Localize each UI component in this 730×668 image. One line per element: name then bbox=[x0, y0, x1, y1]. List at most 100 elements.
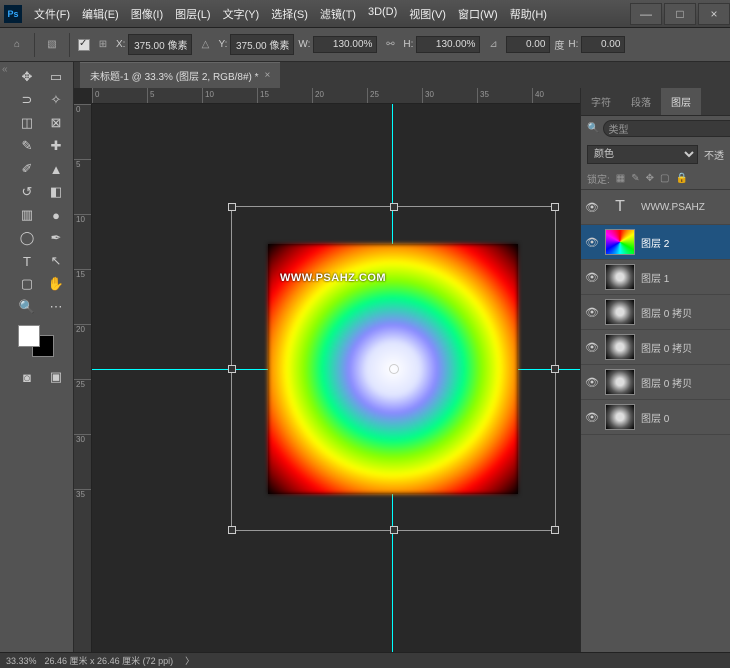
lock-all-icon[interactable]: 🔒 bbox=[675, 173, 687, 184]
menu-item[interactable]: 帮助(H) bbox=[504, 2, 553, 26]
handle-t[interactable] bbox=[390, 203, 398, 211]
checkbox[interactable] bbox=[78, 39, 90, 51]
hand-tool[interactable]: ✋ bbox=[43, 273, 69, 295]
doc-tab-label: 未标题-1 @ 33.3% (图层 2, RGB/8#) * bbox=[90, 68, 259, 83]
layer-name: 图层 1 bbox=[641, 270, 726, 285]
handle-tr[interactable] bbox=[551, 203, 559, 211]
blend-mode-select[interactable]: 颜色 bbox=[587, 145, 698, 164]
path-tool[interactable]: ↖ bbox=[43, 250, 69, 272]
lock-artboard-icon[interactable]: ▢ bbox=[660, 173, 669, 184]
visibility-icon[interactable]: 👁 bbox=[585, 340, 599, 354]
blur-tool[interactable]: ● bbox=[43, 204, 69, 226]
eraser-tool[interactable]: ◧ bbox=[43, 181, 69, 203]
ref-icon[interactable]: △ bbox=[196, 36, 214, 54]
crop-tool[interactable]: ◫ bbox=[14, 112, 40, 134]
handle-center[interactable] bbox=[389, 364, 399, 374]
eyedropper-tool[interactable]: ✎ bbox=[14, 135, 40, 157]
zoom-level[interactable]: 33.33% bbox=[6, 656, 37, 666]
x-input[interactable]: 375.00 像素 bbox=[128, 34, 192, 55]
tab-character[interactable]: 字符 bbox=[581, 88, 621, 115]
layer-row[interactable]: 👁 图层 0 拷贝 bbox=[581, 330, 730, 365]
layer-row[interactable]: 👁 图层 1 bbox=[581, 260, 730, 295]
pen-tool[interactable]: ✒ bbox=[43, 227, 69, 249]
layer-row[interactable]: 👁图层 0 拷贝 bbox=[581, 295, 730, 330]
layer-row[interactable]: 👁图层 2 bbox=[581, 225, 730, 260]
collapse-icon[interactable]: « bbox=[2, 64, 8, 75]
menu-item[interactable]: 选择(S) bbox=[265, 2, 314, 26]
transform-box[interactable] bbox=[231, 206, 556, 531]
color-swatches[interactable] bbox=[14, 325, 71, 365]
transform-icon[interactable]: ▧ bbox=[43, 36, 61, 54]
document-tab[interactable]: 未标题-1 @ 33.3% (图层 2, RGB/8#) * × bbox=[80, 62, 280, 88]
move-tool[interactable]: ✥ bbox=[14, 66, 40, 88]
quickmask-tool[interactable]: ◙ bbox=[14, 366, 40, 388]
menu-item[interactable]: 文字(Y) bbox=[217, 2, 266, 26]
visibility-icon[interactable]: 👁 bbox=[585, 200, 599, 214]
lock-move-icon[interactable]: ✥ bbox=[646, 173, 654, 184]
frame-tool[interactable]: ⊠ bbox=[43, 112, 69, 134]
menu-item[interactable]: 窗口(W) bbox=[452, 2, 504, 26]
lock-pixels-icon[interactable]: ▦ bbox=[616, 173, 625, 184]
minimize-button[interactable]: — bbox=[630, 3, 662, 25]
handle-l[interactable] bbox=[228, 365, 236, 373]
panels: 字符 段落 图层 🔍 ⌄ 颜色 不透 锁定: ▦ ✎ ✥ ▢ 🔒 👁TWWW.P… bbox=[580, 88, 730, 652]
menu-item[interactable]: 编辑(E) bbox=[76, 2, 125, 26]
handle-tl[interactable] bbox=[228, 203, 236, 211]
visibility-icon[interactable]: 👁 bbox=[585, 410, 599, 424]
title-bar: Ps 文件(F)编辑(E)图像(I)图层(L)文字(Y)选择(S)滤镜(T)3D… bbox=[0, 0, 730, 28]
close-tab-icon[interactable]: × bbox=[265, 70, 271, 81]
visibility-icon[interactable]: 👁 bbox=[585, 270, 599, 284]
handle-bl[interactable] bbox=[228, 526, 236, 534]
menu-item[interactable]: 文件(F) bbox=[28, 2, 76, 26]
visibility-icon[interactable]: 👁 bbox=[585, 305, 599, 319]
menu-item[interactable]: 图像(I) bbox=[125, 2, 169, 26]
marquee-tool[interactable]: ▭ bbox=[43, 66, 69, 88]
layer-name: 图层 0 拷贝 bbox=[641, 340, 726, 355]
lasso-tool[interactable]: ⊃ bbox=[14, 89, 40, 111]
wand-tool[interactable]: ✧ bbox=[43, 89, 69, 111]
opacity-label: 不透 bbox=[704, 147, 724, 162]
h-input[interactable]: 130.00% bbox=[416, 36, 480, 53]
stamp-tool[interactable]: ▲ bbox=[43, 158, 69, 180]
dodge-tool[interactable]: ◯ bbox=[14, 227, 40, 249]
grid-icon[interactable]: ⊞ bbox=[94, 36, 112, 54]
home-icon[interactable]: ⌂ bbox=[8, 36, 26, 54]
handle-b[interactable] bbox=[390, 526, 398, 534]
handle-r[interactable] bbox=[551, 365, 559, 373]
brush-tool[interactable]: ✐ bbox=[14, 158, 40, 180]
menu-item[interactable]: 视图(V) bbox=[403, 2, 452, 26]
more-tool[interactable]: ⋯ bbox=[43, 296, 69, 318]
menu-item[interactable]: 图层(L) bbox=[169, 2, 216, 26]
y-label: Y: bbox=[218, 39, 227, 50]
y-input[interactable]: 375.00 像素 bbox=[230, 34, 294, 55]
angle-input[interactable]: 0.00 bbox=[506, 36, 550, 53]
menu-item[interactable]: 3D(D) bbox=[362, 2, 403, 26]
visibility-icon[interactable]: 👁 bbox=[585, 235, 599, 249]
layer-row[interactable]: 👁TWWW.PSAHZ bbox=[581, 190, 730, 225]
status-dropdown-icon[interactable]: 〉 bbox=[185, 654, 194, 667]
menu-item[interactable]: 滤镜(T) bbox=[314, 2, 362, 26]
heal-tool[interactable]: ✚ bbox=[43, 135, 69, 157]
screenmode-tool[interactable]: ▣ bbox=[43, 366, 69, 388]
foreground-swatch[interactable] bbox=[18, 325, 40, 347]
close-button[interactable]: × bbox=[698, 3, 730, 25]
type-tool[interactable]: T bbox=[14, 250, 40, 272]
link-icon[interactable]: ⚯ bbox=[381, 36, 399, 54]
layer-filter-input[interactable] bbox=[603, 120, 730, 137]
tab-paragraph[interactable]: 段落 bbox=[621, 88, 661, 115]
tab-layers[interactable]: 图层 bbox=[661, 88, 701, 115]
toolbox: ✥ ▭ ⊃ ✧ ◫ ⊠ ✎ ✚ ✐ ▲ ↺ ◧ ▥ ● ◯ ✒ T ↖ ▢ ✋ … bbox=[12, 62, 74, 652]
maximize-button[interactable]: □ bbox=[664, 3, 696, 25]
w-input[interactable]: 130.00% bbox=[313, 36, 377, 53]
shape-tool[interactable]: ▢ bbox=[14, 273, 40, 295]
handle-br[interactable] bbox=[551, 526, 559, 534]
visibility-icon[interactable]: 👁 bbox=[585, 375, 599, 389]
layer-row[interactable]: 👁图层 0 bbox=[581, 400, 730, 435]
app-logo: Ps bbox=[4, 5, 22, 23]
zoom-tool[interactable]: 🔍 bbox=[14, 296, 40, 318]
gradient-tool[interactable]: ▥ bbox=[14, 204, 40, 226]
layer-row[interactable]: 👁图层 0 拷贝 bbox=[581, 365, 730, 400]
lock-position-icon[interactable]: ✎ bbox=[631, 173, 639, 184]
hskew-input[interactable]: 0.00 bbox=[581, 36, 625, 53]
history-brush-tool[interactable]: ↺ bbox=[14, 181, 40, 203]
